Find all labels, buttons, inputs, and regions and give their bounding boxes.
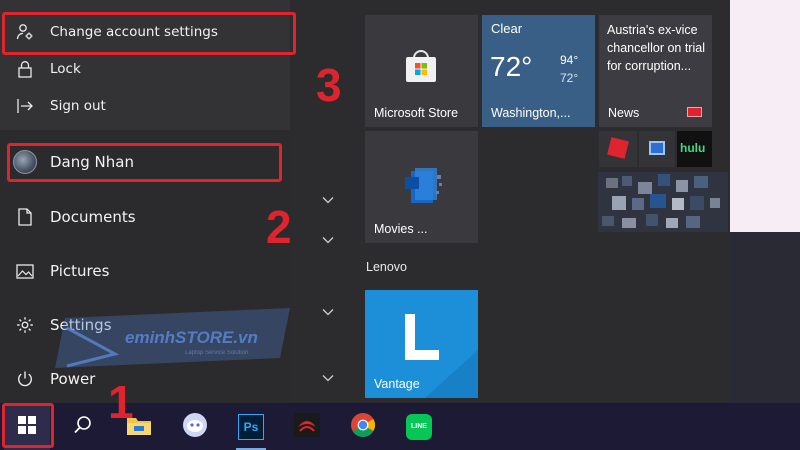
watermark-logo: eminhSTORE.vn Laptop Service Solution (55, 308, 290, 388)
chevron-down-icon[interactable] (322, 234, 336, 244)
store-bag-icon (403, 49, 439, 87)
photoshop-label: Ps (243, 419, 259, 434)
movies-icon (401, 165, 445, 211)
tile-news[interactable]: Austria's ex-vice chancellor on trial fo… (599, 15, 712, 127)
news-label: News (608, 106, 640, 120)
weather-high: 94° (560, 53, 579, 67)
weather-location: Washington,... (491, 106, 571, 120)
lock-icon (0, 60, 50, 78)
sign-out-icon (0, 98, 50, 114)
weather-temp: 72° (490, 51, 533, 82)
pictures-label: Pictures (50, 262, 110, 280)
photoshop-icon: Ps (238, 413, 264, 440)
documents-item[interactable]: Documents (0, 202, 290, 232)
weather-condition: Clear (491, 21, 523, 36)
taskbar-photoshop[interactable]: Ps (228, 403, 274, 450)
taskbar-chrome[interactable] (340, 403, 386, 450)
watermark-brand: eminhSTORE.vn (125, 328, 258, 347)
search-button[interactable] (60, 403, 106, 450)
highlight-box-start (2, 403, 54, 448)
tile-vantage[interactable]: Vantage (365, 290, 478, 398)
tile-hulu[interactable]: hulu (677, 131, 712, 167)
sign-out-item[interactable]: Sign out (0, 92, 290, 120)
garena-icon (294, 412, 320, 441)
lock-label: Lock (50, 61, 81, 77)
step-number-3: 3 (316, 59, 342, 111)
sign-out-label: Sign out (50, 98, 106, 114)
line-icon: LINE (406, 413, 432, 440)
search-icon (73, 415, 93, 439)
chevron-down-icon[interactable] (322, 372, 336, 382)
document-icon (0, 208, 50, 226)
highlight-box-change-account (2, 12, 296, 55)
taskbar-garena[interactable] (284, 403, 330, 450)
weather-low: 72° (560, 71, 579, 85)
step-number-2: 2 (266, 201, 292, 253)
tile-roblox[interactable] (599, 131, 637, 167)
gear-icon (0, 316, 50, 334)
tile-microsoft-store[interactable]: Microsoft Store (365, 15, 478, 127)
tile-movies[interactable]: Movies ... (365, 131, 478, 243)
chevron-down-icon[interactable] (322, 194, 336, 204)
group-label-lenovo: Lenovo (366, 260, 408, 274)
taskbar: 1 Ps LINE (0, 379, 800, 450)
news-headline: Austria's ex-vice chancellor on trial fo… (607, 23, 705, 73)
taskbar-line[interactable]: LINE (396, 403, 442, 450)
lock-item[interactable]: Lock (0, 55, 290, 83)
tile-label: Vantage (374, 377, 420, 391)
file-explorer-icon (126, 414, 152, 440)
watermark-tagline: Laptop Service Solution (185, 350, 249, 356)
documents-label: Documents (50, 208, 136, 226)
tile-weather[interactable]: Clear 72° 94° 72° Washington,... (482, 15, 595, 127)
discord-icon (182, 412, 208, 442)
taskbar-file-explorer[interactable] (116, 403, 162, 450)
pictures-icon (0, 263, 50, 279)
line-label: LINE (411, 423, 427, 430)
hulu-label: hulu (680, 141, 706, 155)
tile-label: Microsoft Store (374, 106, 459, 120)
tile-label: Movies ... (374, 222, 428, 236)
power-icon (0, 370, 50, 388)
start-menu: Change account settings Lock Sign out Da… (0, 0, 730, 403)
blurred-tiles (592, 168, 742, 248)
photos-icon (649, 141, 665, 155)
news-icon (687, 107, 702, 117)
pictures-item[interactable]: Pictures (0, 256, 290, 286)
taskbar-discord[interactable] (172, 403, 218, 450)
roblox-icon (607, 137, 629, 159)
highlight-box-user (7, 143, 282, 182)
tile-photos[interactable] (639, 131, 675, 167)
chevron-down-icon[interactable] (322, 306, 336, 316)
chrome-icon (350, 412, 376, 442)
